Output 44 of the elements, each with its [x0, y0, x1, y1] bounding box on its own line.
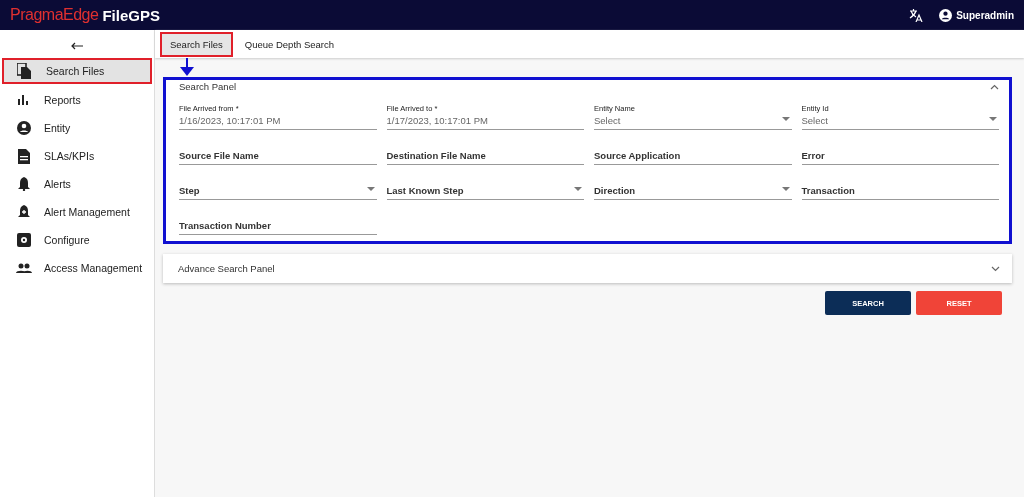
translate-icon[interactable]: [909, 8, 924, 22]
bell-icon: [18, 177, 30, 191]
input-field[interactable]: Source File Name: [179, 135, 377, 165]
sidebar-item[interactable]: Entity: [2, 116, 152, 140]
input-field[interactable]: Transaction: [801, 170, 999, 200]
sidebar-item[interactable]: Search Files: [2, 58, 152, 84]
dropdown-caret-icon: [781, 117, 790, 121]
dropdown-field[interactable]: Last Known Step: [386, 170, 584, 200]
document-icon: [18, 148, 30, 164]
user-name[interactable]: Superadmin: [956, 9, 1014, 21]
bell-plus-icon: [18, 205, 30, 219]
sidebar-item[interactable]: Reports: [2, 88, 152, 112]
input-field[interactable]: Source Application: [594, 135, 792, 165]
dropdown-caret-icon: [366, 187, 375, 191]
bar-chart-icon: [18, 95, 30, 105]
sidebar-item[interactable]: SLAs/KPIs: [2, 144, 152, 168]
dropdown-caret-icon: [781, 187, 790, 191]
sidebar-item[interactable]: Alert Management: [2, 200, 152, 224]
expand-chevron-icon[interactable]: [991, 266, 1000, 272]
files-icon: [17, 63, 31, 79]
logo-product: FileGPS: [102, 6, 160, 24]
collapse-chevron-icon[interactable]: [990, 83, 999, 90]
dropdown-field[interactable]: Direction: [594, 170, 792, 200]
settings-icon: [17, 233, 31, 247]
back-arrow-icon[interactable]: [71, 42, 83, 50]
account-icon: [17, 121, 31, 135]
sidebar-item[interactable]: Configure: [2, 228, 152, 252]
down-arrow-icon: [180, 58, 194, 76]
tab[interactable]: Search Files: [160, 31, 233, 57]
dropdown-field[interactable]: Step: [179, 170, 377, 200]
sidebar-item[interactable]: Access Management: [2, 256, 152, 280]
input-field[interactable]: Error: [801, 135, 999, 165]
dropdown-caret-icon: [574, 187, 582, 191]
input-field[interactable]: Destination File Name: [386, 135, 584, 165]
dropdown-caret-icon: [989, 117, 997, 121]
account-icon: [939, 8, 953, 22]
tab[interactable]: Queue Depth Search: [234, 31, 345, 57]
panel-title[interactable]: Search Panel: [179, 80, 237, 92]
panel-title: Advance Search Panel: [178, 263, 275, 274]
advance-search-panel[interactable]: Advance Search Panel: [163, 254, 1012, 283]
input-field[interactable]: Transaction Number: [179, 205, 377, 235]
people-icon: [16, 263, 32, 273]
logo-brand: PragmaEdge: [10, 6, 99, 24]
sidebar-item[interactable]: Alerts: [2, 172, 152, 196]
